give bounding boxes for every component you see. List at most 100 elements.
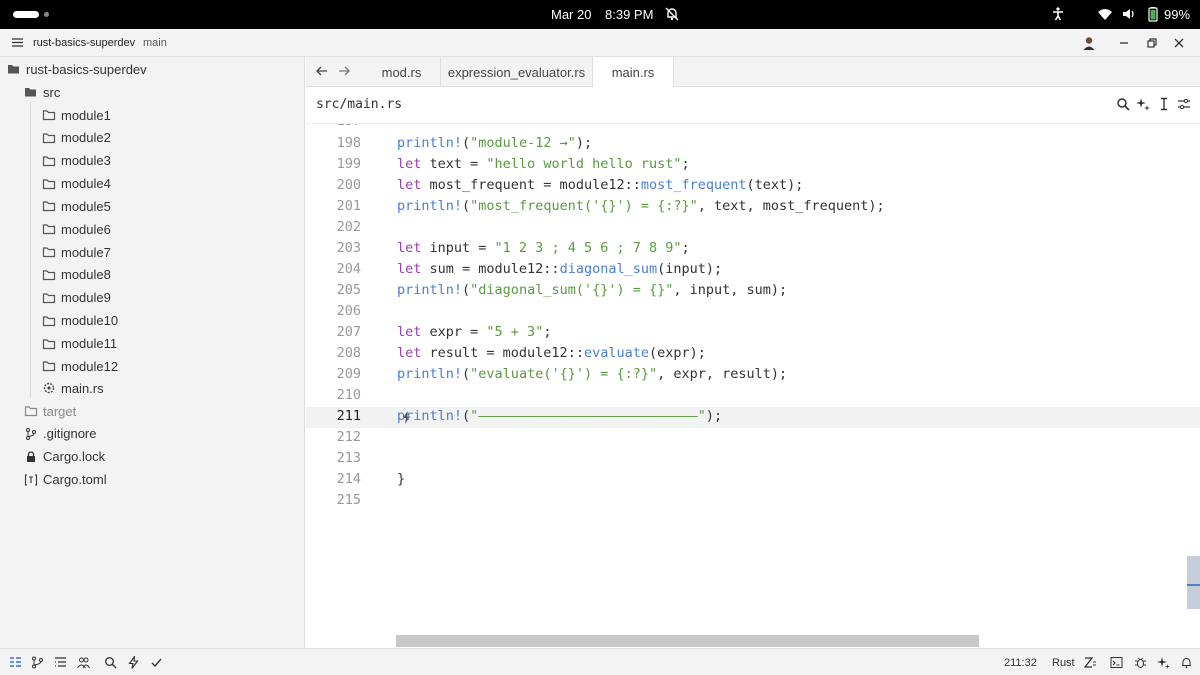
code-line[interactable]: println!("———————————————————————————"); xyxy=(397,406,722,427)
scrollbar-cursor-marker xyxy=(1187,584,1200,586)
activities-indicator[interactable] xyxy=(13,11,39,18)
language-mode[interactable]: Rust xyxy=(1052,657,1075,669)
code-line[interactable]: let sum = module12::diagonal_sum(input); xyxy=(397,259,722,280)
close-icon[interactable] xyxy=(1171,35,1187,51)
hamburger-menu-icon[interactable] xyxy=(12,38,23,47)
terminal-icon[interactable] xyxy=(1110,656,1123,669)
user-avatar-icon[interactable] xyxy=(1081,35,1097,51)
sliders-icon[interactable] xyxy=(1177,97,1191,111)
debug-icon[interactable] xyxy=(1134,656,1147,669)
workspace-dot[interactable] xyxy=(44,12,49,17)
code-line[interactable]: println!("diagonal_sum('{}') = {}", inpu… xyxy=(397,280,787,301)
folder-icon xyxy=(42,338,56,349)
file-path-breadcrumb[interactable]: src/main.rs xyxy=(316,97,402,112)
tree-folder-module[interactable]: module1 xyxy=(42,104,111,126)
line-number: 215 xyxy=(336,492,361,508)
code-line[interactable]: println!("module-12 →"); xyxy=(397,133,592,154)
status-bar: 211:32 Rust xyxy=(0,648,1200,675)
folder-open-icon xyxy=(8,65,19,74)
arrow-left-icon[interactable] xyxy=(315,64,329,78)
tree-folder-module[interactable]: module4 xyxy=(42,173,111,195)
git-branch-icon[interactable] xyxy=(31,656,44,669)
code-token: evaluate xyxy=(583,345,649,361)
tree-root-folder[interactable]: rust-basics-superdev xyxy=(7,58,147,80)
code-token: println! xyxy=(397,135,463,151)
tree-label: module12 xyxy=(61,358,119,374)
tree-label: rust-basics-superdev xyxy=(26,61,147,77)
code-line[interactable]: let expr = "5 + 3"; xyxy=(397,322,551,343)
code-line[interactable]: let text = "hello world hello rust"; xyxy=(397,154,690,175)
code-token: ( xyxy=(462,282,471,298)
code-token: ( xyxy=(462,198,471,214)
system-date[interactable]: Mar 20 xyxy=(551,7,591,22)
code-line[interactable]: let result = module12::evaluate(expr); xyxy=(397,343,706,364)
system-top-bar: Mar 20 8:39 PM 99% xyxy=(0,0,1200,29)
tree-label: module2 xyxy=(61,130,111,146)
search-icon[interactable] xyxy=(104,656,117,669)
tree-folder-module[interactable]: module3 xyxy=(42,150,111,172)
check-icon[interactable] xyxy=(150,656,163,669)
code-token: "evaluate('{}') = {:?}" xyxy=(470,366,658,382)
code-line[interactable]: let input = "1 2 3 ; 4 5 6 ; 7 8 9"; xyxy=(397,238,690,259)
minimize-icon[interactable] xyxy=(1116,35,1132,51)
tree-folder-module[interactable]: module7 xyxy=(42,241,111,263)
arrow-right-icon[interactable] xyxy=(337,64,351,78)
tree-label: main.rs xyxy=(61,380,104,396)
tree-file-main-rs[interactable]: main.rs xyxy=(42,377,104,399)
volume-icon[interactable] xyxy=(1121,6,1137,22)
code-token: ); xyxy=(705,408,723,424)
code-line[interactable]: } xyxy=(397,469,405,490)
code-token: , text, most_frequent); xyxy=(697,198,885,214)
code-line[interactable]: println!("most_frequent('{}') = {:?}", t… xyxy=(397,196,885,217)
tree-item-gitignore[interactable]: .gitignore xyxy=(24,423,96,445)
tree-folder-module[interactable]: module5 xyxy=(42,195,111,217)
system-time[interactable]: 8:39 PM xyxy=(605,7,653,22)
tree-item-cargo-toml[interactable]: Cargo.toml xyxy=(24,469,107,491)
tab-main-rs[interactable]: main.rs xyxy=(593,57,674,88)
tree-folder-module[interactable]: module12 xyxy=(42,355,118,377)
vertical-scrollbar-thumb[interactable] xyxy=(1187,556,1200,609)
tree-label: module3 xyxy=(61,153,111,169)
text-cursor-icon[interactable] xyxy=(1157,97,1171,111)
cursor-position[interactable]: 211:32 xyxy=(1004,657,1037,669)
tree-folder-module[interactable]: module11 xyxy=(42,333,117,355)
tree-folder-module[interactable]: module10 xyxy=(42,310,118,332)
code-line[interactable]: println!("evaluate('{}') = {:?}", expr, … xyxy=(397,364,787,385)
code-editor[interactable]: 197 198println!("module-12 →");199let te… xyxy=(306,124,1200,648)
code-token: let xyxy=(397,177,422,193)
collaborators-icon[interactable] xyxy=(77,656,90,669)
line-number: 211 xyxy=(336,408,361,424)
tree-item-target[interactable]: target xyxy=(24,400,76,422)
project-name[interactable]: rust-basics-superdev xyxy=(33,37,135,49)
outline-icon[interactable] xyxy=(54,656,67,669)
battery-icon[interactable] xyxy=(1145,6,1161,22)
tree-folder-module[interactable]: module9 xyxy=(42,287,111,309)
notifications-off-icon[interactable] xyxy=(664,6,680,22)
ai-bolt-icon[interactable] xyxy=(127,656,140,669)
tree-folder-module[interactable]: module8 xyxy=(42,264,111,286)
zed-logo-icon[interactable] xyxy=(1084,656,1097,669)
horizontal-scrollbar-thumb[interactable] xyxy=(396,635,979,647)
tree-folder-src[interactable]: src xyxy=(24,81,60,103)
ai-sparkle-icon[interactable] xyxy=(1157,656,1170,669)
tree-label: module11 xyxy=(61,336,118,351)
project-panel-icon[interactable] xyxy=(9,656,22,669)
code-token: (text); xyxy=(746,177,804,193)
tab-mod-rs[interactable]: mod.rs xyxy=(363,57,441,87)
restore-icon[interactable] xyxy=(1144,35,1160,51)
search-icon[interactable] xyxy=(1116,97,1130,111)
code-line[interactable]: let most_frequent = module12::most_frequ… xyxy=(397,175,803,196)
folder-icon xyxy=(42,270,56,281)
notification-bell-icon[interactable] xyxy=(1180,656,1193,669)
tree-folder-module[interactable]: module2 xyxy=(42,127,111,149)
tab-expression-evaluator-rs[interactable]: expression_evaluator.rs xyxy=(441,57,593,87)
git-branch[interactable]: main xyxy=(143,37,167,49)
folder-icon xyxy=(42,133,56,143)
assistant-sparkle-icon[interactable] xyxy=(1136,97,1150,111)
accessibility-icon[interactable] xyxy=(1050,6,1066,22)
code-token: most_frequent xyxy=(640,177,747,193)
wifi-icon[interactable] xyxy=(1097,6,1113,22)
code-token: "1 2 3 ; 4 5 6 ; 7 8 9" xyxy=(494,240,682,256)
tree-item-cargo-lock[interactable]: Cargo.lock xyxy=(24,446,105,468)
tree-folder-module[interactable]: module6 xyxy=(42,218,111,240)
